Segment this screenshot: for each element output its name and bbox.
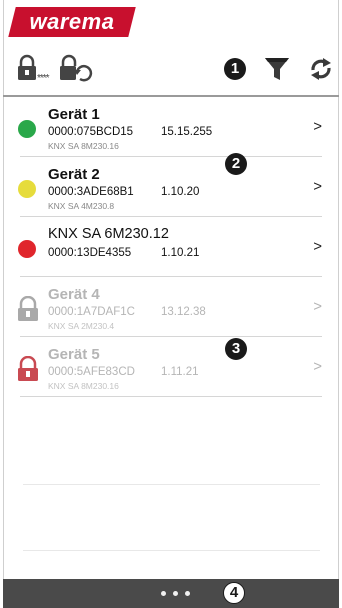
device-address: 0000:5AFE83CD [48, 366, 135, 378]
callout-1: 1 [224, 58, 246, 80]
device-address: 0000:075BCD15 [48, 126, 134, 138]
page-dot [173, 591, 178, 596]
device-model: KNX SA 8M230.16 [48, 141, 119, 151]
toolbar: **** 1 [0, 48, 342, 90]
chevron-right-icon: > [313, 118, 322, 135]
callout-2: 2 [225, 153, 247, 175]
password-lock-button[interactable]: **** [16, 48, 50, 90]
device-group-address: 13.12.38 [161, 306, 206, 318]
filter-icon [265, 58, 289, 80]
callout-3: 3 [225, 338, 247, 360]
chevron-right-icon: > [313, 298, 322, 315]
device-row-3[interactable]: KNX SA 6M230.12 0000:13DE4355 1.10.21 > [18, 217, 322, 277]
device-name: KNX SA 6M230.12 [48, 226, 169, 242]
device-group-address: 1.11.21 [161, 366, 199, 378]
device-row-4[interactable]: Gerät 4 0000:1A7DAF1C 13.12.38 KNX SA 2M… [18, 277, 322, 337]
lock-red-icon [18, 356, 38, 381]
page-indicator[interactable] [161, 591, 190, 596]
device-group-address: 15.15.255 [161, 126, 213, 138]
device-group-address: 1.10.21 [161, 247, 200, 259]
device-model: KNX SA 4M230.8 [48, 201, 115, 211]
warema-logo: warema [8, 7, 136, 37]
lock-reset-button[interactable] [58, 48, 94, 90]
status-dot-green [18, 120, 36, 138]
refresh-button[interactable] [306, 48, 336, 90]
device-row-2[interactable]: Gerät 2 0000:3ADE68B1 1.10.20 KNX SA 4M2… [18, 157, 322, 217]
device-address: 0000:13DE4355 [48, 247, 132, 259]
device-name: Gerät 2 [48, 166, 100, 183]
page-dot [185, 591, 190, 596]
callout-4: 4 [223, 582, 245, 604]
password-stars: **** [37, 73, 50, 84]
device-name: Gerät 4 [48, 286, 100, 303]
page-dot [161, 591, 166, 596]
device-row-1[interactable]: Gerät 1 0000:075BCD15 15.15.255 KNX SA 8… [18, 97, 322, 157]
device-name: Gerät 1 [48, 106, 100, 123]
device-model: KNX SA 2M230.4 [48, 321, 115, 331]
lock-reset-icon [60, 54, 93, 82]
device-group-address: 1.10.20 [161, 186, 200, 198]
filter-button[interactable] [262, 48, 292, 90]
device-address: 0000:3ADE68B1 [48, 186, 134, 198]
refresh-icon [311, 58, 331, 80]
chevron-right-icon: > [313, 178, 322, 195]
device-list: Gerät 1 0000:075BCD15 15.15.255 KNX SA 8… [0, 97, 342, 397]
device-model: KNX SA 8M230.16 [48, 381, 119, 391]
empty-row-divider [23, 484, 320, 485]
device-address: 0000:1A7DAF1C [48, 306, 135, 318]
device-name: Gerät 5 [48, 346, 100, 363]
empty-row-divider [23, 550, 320, 551]
chevron-right-icon: > [313, 358, 322, 375]
status-dot-yellow [18, 180, 36, 198]
device-row-5[interactable]: Gerät 5 0000:5AFE83CD 1.11.21 KNX SA 8M2… [18, 337, 322, 397]
status-dot-red [18, 240, 36, 258]
chevron-right-icon: > [313, 238, 322, 255]
lock-grey-icon [18, 296, 38, 321]
